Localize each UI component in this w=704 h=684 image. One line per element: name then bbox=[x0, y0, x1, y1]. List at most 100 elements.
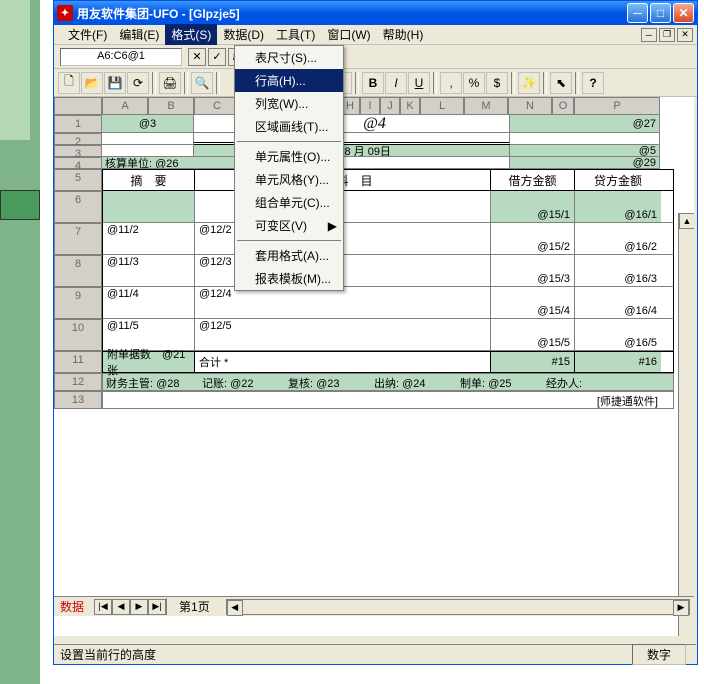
tab-page[interactable]: 第1页 bbox=[166, 598, 222, 615]
cell-reference[interactable]: A6:C6@1 bbox=[60, 48, 182, 66]
cell-cash[interactable]: 出纳: @24 bbox=[371, 374, 457, 390]
row-header[interactable]: 3 bbox=[54, 145, 102, 157]
col-header[interactable]: N bbox=[508, 97, 552, 115]
row-header[interactable]: 10 bbox=[54, 319, 102, 351]
cell-summary[interactable]: @11/3 bbox=[103, 255, 195, 286]
menu-variable[interactable]: 可变区(V)▶ bbox=[235, 214, 343, 237]
cell-credit[interactable]: @16/3 bbox=[575, 255, 661, 286]
cell[interactable]: @27 bbox=[510, 115, 660, 133]
col-header[interactable]: B bbox=[148, 97, 194, 115]
menu-window[interactable]: 窗口(W) bbox=[321, 24, 376, 45]
grid-corner[interactable] bbox=[54, 97, 102, 115]
menu-combine[interactable]: 组合单元(C)... bbox=[235, 191, 343, 214]
row-header[interactable]: 9 bbox=[54, 287, 102, 319]
menu-file[interactable]: 文件(F) bbox=[62, 24, 113, 45]
print-icon[interactable]: 🖨 bbox=[159, 72, 181, 94]
menu-gridline[interactable]: 区域画线(T)... bbox=[235, 115, 343, 138]
row-header[interactable]: 1 bbox=[54, 115, 102, 133]
menu-cell-prop[interactable]: 单元属性(O)... bbox=[235, 145, 343, 168]
cell-credit[interactable]: @16/1 bbox=[575, 191, 661, 222]
col-header[interactable]: M bbox=[464, 97, 508, 115]
tab-prev-icon[interactable]: ◀ bbox=[112, 599, 130, 615]
close-button[interactable]: ✕ bbox=[673, 3, 694, 23]
cell-attach[interactable]: 附单据数 @21 张 bbox=[103, 352, 195, 372]
comma-icon[interactable]: , bbox=[440, 72, 462, 94]
horizontal-scrollbar[interactable]: ◀ ▶ bbox=[226, 599, 690, 615]
cell-rev[interactable]: 复核: @23 bbox=[285, 374, 371, 390]
menu-apply-format[interactable]: 套用格式(A)... bbox=[235, 244, 343, 267]
fx-accept-button[interactable]: ✓ bbox=[208, 48, 226, 66]
child-minimize-button[interactable]: ─ bbox=[641, 28, 657, 42]
col-header[interactable]: K bbox=[400, 97, 420, 115]
child-close-button[interactable]: ✕ bbox=[677, 28, 693, 42]
row-header[interactable]: 7 bbox=[54, 223, 102, 255]
cell-debit[interactable]: @15/2 bbox=[491, 223, 575, 254]
spreadsheet-grid[interactable]: A B C D E F G H I J K L M N O P 1 2 3 4 … bbox=[54, 97, 694, 636]
cell[interactable]: @29 bbox=[510, 157, 660, 169]
cell-cfo[interactable]: 财务主管: @28 bbox=[103, 374, 199, 390]
percent-icon[interactable]: % bbox=[463, 72, 485, 94]
bold-icon[interactable]: B bbox=[362, 72, 384, 94]
col-header[interactable]: L bbox=[420, 97, 464, 115]
cell-summary[interactable]: @11/4 bbox=[103, 287, 195, 318]
tab-next-icon[interactable]: ▶ bbox=[130, 599, 148, 615]
tab-last-icon[interactable]: ▶| bbox=[148, 599, 166, 615]
row-header[interactable]: 2 bbox=[54, 133, 102, 145]
cell-subject[interactable]: @12/5 bbox=[195, 319, 491, 350]
menu-template[interactable]: 报表模板(M)... bbox=[235, 267, 343, 290]
cell-total-debit[interactable]: #15 bbox=[491, 352, 575, 372]
cell-summary[interactable] bbox=[103, 191, 195, 222]
col-header[interactable]: A bbox=[102, 97, 148, 115]
col-header[interactable]: P bbox=[574, 97, 660, 115]
menu-help[interactable]: 帮助(H) bbox=[377, 24, 430, 45]
cell-unit[interactable]: 核算单位: @26 bbox=[102, 157, 242, 169]
cell-credit[interactable]: @16/4 bbox=[575, 287, 661, 318]
help-icon[interactable]: ? bbox=[582, 72, 604, 94]
cell-debit[interactable]: @15/1 bbox=[491, 191, 575, 222]
new-icon[interactable]: 🗋 bbox=[58, 72, 80, 94]
scroll-up-icon[interactable]: ▲ bbox=[679, 213, 694, 229]
menu-cell-style[interactable]: 单元风格(Y)... bbox=[235, 168, 343, 191]
menu-row-height[interactable]: 行高(H)... bbox=[235, 69, 343, 92]
tab-data[interactable]: 数据 bbox=[54, 598, 90, 615]
row-header[interactable]: 8 bbox=[54, 255, 102, 287]
scroll-left-icon[interactable]: ◀ bbox=[227, 600, 243, 616]
cell[interactable]: @5 bbox=[510, 145, 660, 157]
italic-icon[interactable]: I bbox=[385, 72, 407, 94]
row-header[interactable]: 6 bbox=[54, 191, 102, 223]
col-header[interactable]: J bbox=[380, 97, 400, 115]
cell-subject[interactable]: @12/4 bbox=[195, 287, 491, 318]
pointer-icon[interactable]: ⬉ bbox=[550, 72, 572, 94]
cell-summary[interactable]: @11/2 bbox=[103, 223, 195, 254]
maximize-button[interactable]: □ bbox=[650, 3, 671, 23]
refresh-icon[interactable]: ⟳ bbox=[127, 72, 149, 94]
cell-debit[interactable]: @15/3 bbox=[491, 255, 575, 286]
preview-icon[interactable]: 🔍 bbox=[191, 72, 213, 94]
menu-data[interactable]: 数据(D) bbox=[217, 24, 270, 45]
menu-table-size[interactable]: 表尺寸(S)... bbox=[235, 46, 343, 69]
row-header[interactable]: 5 bbox=[54, 169, 102, 191]
row-header[interactable]: 12 bbox=[54, 373, 102, 391]
menu-tool[interactable]: 工具(T) bbox=[270, 24, 321, 45]
cell-debit[interactable]: @15/5 bbox=[491, 319, 575, 350]
cell-oper[interactable]: 经办人: bbox=[543, 374, 613, 390]
row-header[interactable]: 4 bbox=[54, 157, 102, 169]
menu-format[interactable]: 格式(S) bbox=[165, 24, 217, 45]
scroll-right-icon[interactable]: ▶ bbox=[673, 600, 689, 616]
cell-acc[interactable]: 记账: @22 bbox=[199, 374, 285, 390]
minimize-button[interactable]: ─ bbox=[627, 3, 648, 23]
currency-icon[interactable]: $ bbox=[486, 72, 508, 94]
vertical-scrollbar[interactable]: ▲ ▼ bbox=[678, 213, 694, 636]
row-header[interactable]: 11 bbox=[54, 351, 102, 373]
save-icon[interactable]: 💾 bbox=[104, 72, 126, 94]
wizard-icon[interactable]: ✨ bbox=[518, 72, 540, 94]
col-header[interactable]: I bbox=[360, 97, 380, 115]
row-header[interactable]: 13 bbox=[54, 391, 102, 409]
underline-icon[interactable]: U bbox=[408, 72, 430, 94]
cell-total-credit[interactable]: #16 bbox=[575, 352, 661, 372]
cell-make[interactable]: 制单: @25 bbox=[457, 374, 543, 390]
cell-sum[interactable]: 合计 * bbox=[195, 352, 491, 372]
menu-edit[interactable]: 编辑(E) bbox=[113, 24, 165, 45]
tab-first-icon[interactable]: |◀ bbox=[94, 599, 112, 615]
col-header[interactable]: O bbox=[552, 97, 574, 115]
